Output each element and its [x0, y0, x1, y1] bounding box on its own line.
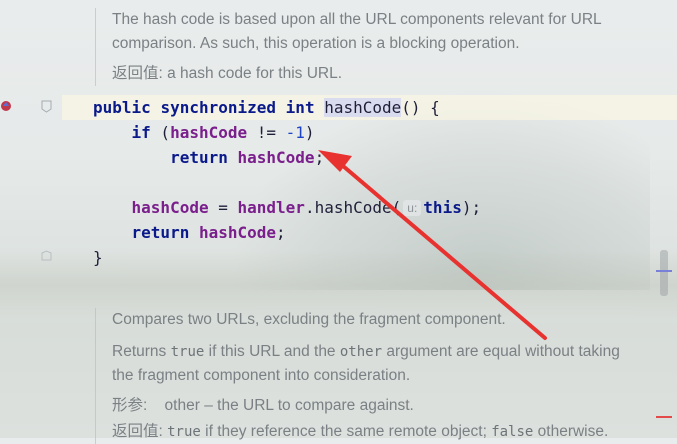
annotation-arrow — [318, 150, 547, 340]
scrollbar[interactable] — [660, 250, 668, 296]
scroll-marker-info[interactable] — [656, 270, 672, 272]
scroll-marker-error[interactable] — [656, 416, 672, 418]
